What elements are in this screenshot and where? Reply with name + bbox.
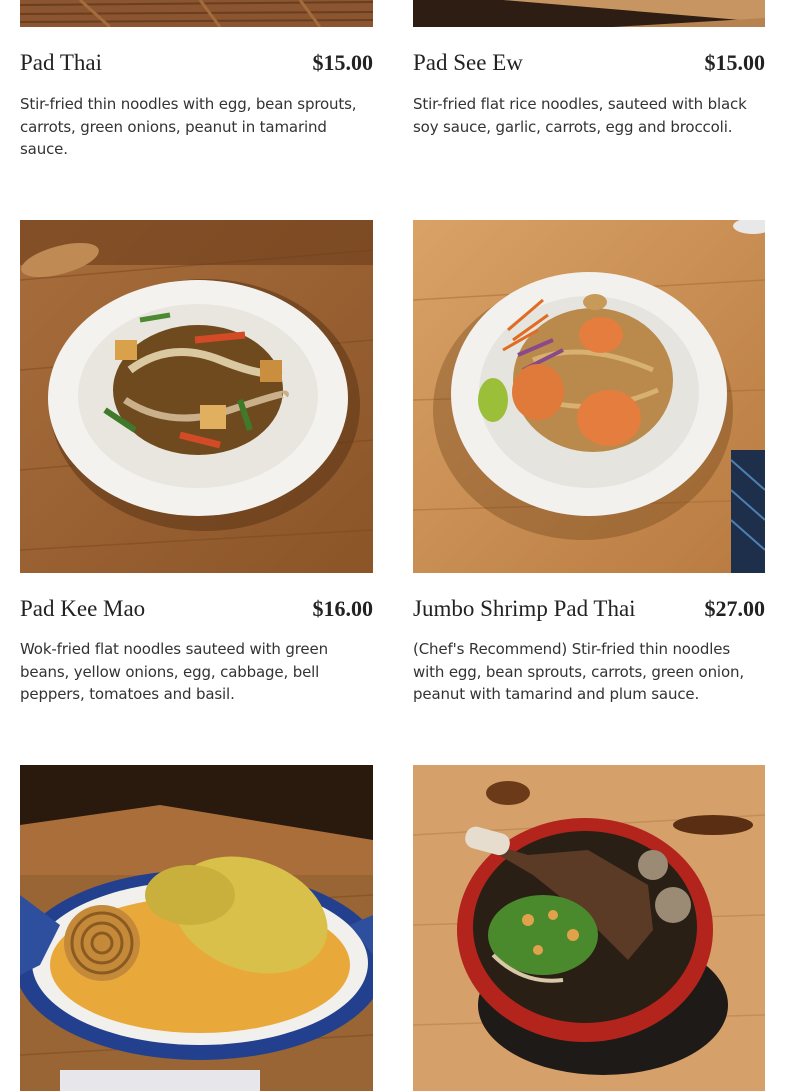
menu-item-name: Pad Thai bbox=[20, 50, 102, 75]
menu-item-header: Pad Kee Mao $16.00 bbox=[20, 594, 373, 624]
khao-soi-chicken-photo[interactable] bbox=[20, 765, 373, 1091]
pad-see-ew-photo[interactable] bbox=[413, 0, 765, 27]
menu-item-pad-kee-mao[interactable]: Pad Kee Mao $16.00 Wok-fried flat noodle… bbox=[20, 220, 373, 710]
menu-item-header: Pad Thai $15.00 bbox=[20, 48, 373, 78]
menu-item-name: Pad Kee Mao bbox=[20, 596, 146, 621]
menu-item-beef-noodle-soup[interactable] bbox=[413, 765, 765, 1091]
menu-item-price: $15.00 bbox=[704, 50, 766, 75]
pad-kee-mao-photo[interactable] bbox=[20, 220, 373, 573]
menu-item-description: Stir-fried flat rice noodles, sauteed wi… bbox=[413, 95, 747, 136]
menu-item-header: Pad See Ew $15.00 bbox=[413, 48, 765, 78]
menu-item-price: $15.00 bbox=[312, 50, 374, 75]
menu-item-header: Jumbo Shrimp Pad Thai $27.00 bbox=[413, 594, 765, 624]
menu-item-khao-soi[interactable] bbox=[20, 765, 373, 1091]
pad-thai-photo[interactable] bbox=[20, 0, 373, 27]
menu-item-jumbo-shrimp-pad-thai[interactable]: Jumbo Shrimp Pad Thai $27.00 (Chef's Rec… bbox=[413, 220, 765, 710]
menu-item-name: Pad See Ew bbox=[413, 50, 523, 75]
menu-item-description: Wok-fried flat noodles sauteed with gree… bbox=[20, 640, 328, 703]
menu-item-name: Jumbo Shrimp Pad Thai bbox=[413, 596, 636, 621]
menu-item-pad-see-ew[interactable]: Pad See Ew $15.00 Stir-fried flat rice n… bbox=[413, 0, 765, 170]
jumbo-shrimp-pad-thai-photo[interactable] bbox=[413, 220, 765, 573]
menu-item-description: Stir-fried thin noodles with egg, bean s… bbox=[20, 95, 357, 158]
menu-item-price: $16.00 bbox=[312, 596, 374, 621]
menu-item-pad-thai[interactable]: Pad Thai $15.00 Stir-fried thin noodles … bbox=[20, 0, 373, 170]
beef-short-rib-noodle-soup-photo[interactable] bbox=[413, 765, 765, 1091]
menu-item-description: (Chef's Recommend) Stir-fried thin noodl… bbox=[413, 640, 744, 703]
menu-item-price: $27.00 bbox=[704, 596, 766, 621]
